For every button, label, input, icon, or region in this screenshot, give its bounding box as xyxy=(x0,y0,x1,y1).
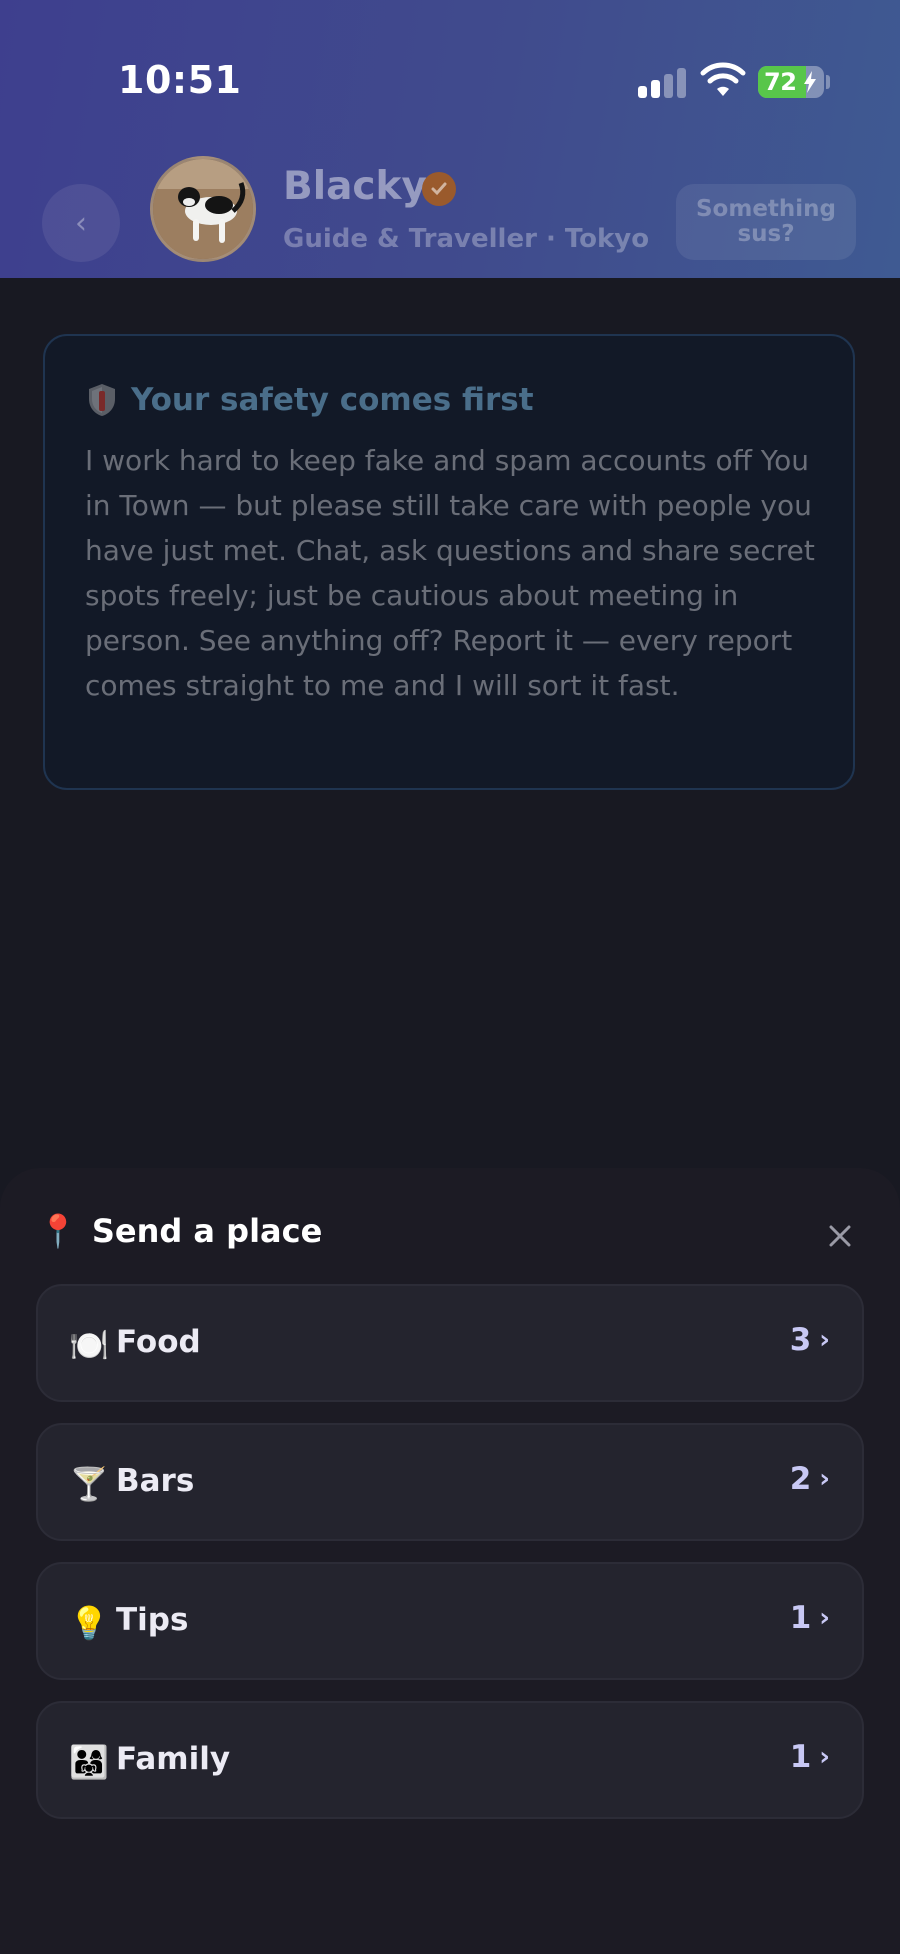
shield-icon xyxy=(89,384,115,416)
pin-icon: 📍 xyxy=(38,1212,78,1250)
chevron-right-icon: › xyxy=(819,1464,830,1494)
cellular-signal-icon xyxy=(638,68,686,98)
category-count-value: 1 xyxy=(789,1600,812,1636)
sheet-title: 📍 Send a place xyxy=(38,1212,322,1250)
battery-indicator: 72 xyxy=(758,66,824,98)
close-icon xyxy=(829,1225,851,1247)
sheet-title-text: Send a place xyxy=(91,1212,323,1250)
lightbulb-icon: 💡 xyxy=(69,1604,109,1642)
category-count-value: 3 xyxy=(789,1322,812,1358)
back-button[interactable]: ‹ xyxy=(42,184,120,262)
category-count-value: 1 xyxy=(789,1739,812,1775)
category-count: 1 › xyxy=(790,1739,830,1775)
avatar[interactable] xyxy=(150,156,256,262)
charging-bolt-icon xyxy=(804,71,816,93)
category-label: Tips xyxy=(116,1602,189,1638)
category-label: Family xyxy=(116,1741,231,1777)
close-button[interactable] xyxy=(822,1218,858,1254)
profile-name: Blacky xyxy=(283,164,427,209)
category-row-bars[interactable]: 🍸 Bars 2 › xyxy=(36,1423,864,1541)
cat-photo-icon xyxy=(153,159,253,259)
safety-body: I work hard to keep fake and spam accoun… xyxy=(85,444,815,702)
report-button[interactable]: Something sus? xyxy=(676,184,856,260)
category-row-food[interactable]: 🍽️ Food 3 › xyxy=(36,1284,864,1402)
wifi-icon xyxy=(700,62,746,96)
category-count-value: 2 xyxy=(789,1461,812,1497)
chevron-left-icon: ‹ xyxy=(75,205,87,241)
food-icon: 🍽️ xyxy=(69,1326,109,1364)
chevron-right-icon: › xyxy=(819,1742,830,1772)
category-count: 1 › xyxy=(790,1600,830,1636)
battery-nub xyxy=(826,75,830,89)
send-place-sheet: 📍 Send a place 🍽️ Food 3 › 🍸 Bars 2 › 💡 … xyxy=(0,1168,900,1954)
chevron-right-icon: › xyxy=(819,1603,830,1633)
category-count: 3 › xyxy=(790,1322,830,1358)
battery-percent: 72 xyxy=(764,68,797,96)
status-time: 10:51 xyxy=(118,58,242,102)
category-row-family[interactable]: 👨‍👩‍👧 Family 1 › xyxy=(36,1701,864,1819)
safety-title: Your safety comes first xyxy=(87,382,534,418)
family-icon: 👨‍👩‍👧 xyxy=(69,1743,109,1781)
chevron-right-icon: › xyxy=(819,1325,830,1355)
verified-check-icon xyxy=(422,172,456,206)
cocktail-icon: 🍸 xyxy=(69,1465,109,1503)
safety-title-text: Your safety comes first xyxy=(131,382,534,418)
category-row-tips[interactable]: 💡 Tips 1 › xyxy=(36,1562,864,1680)
profile-subtitle: Guide & Traveller · Tokyo xyxy=(283,224,650,254)
category-label: Bars xyxy=(116,1463,195,1499)
chat-header: 10:51 72 ‹ Blacky Guide & Traveller · To… xyxy=(0,0,900,278)
category-count: 2 › xyxy=(790,1461,830,1497)
safety-notice-card: Your safety comes first I work hard to k… xyxy=(43,334,855,790)
category-label: Food xyxy=(116,1324,201,1360)
